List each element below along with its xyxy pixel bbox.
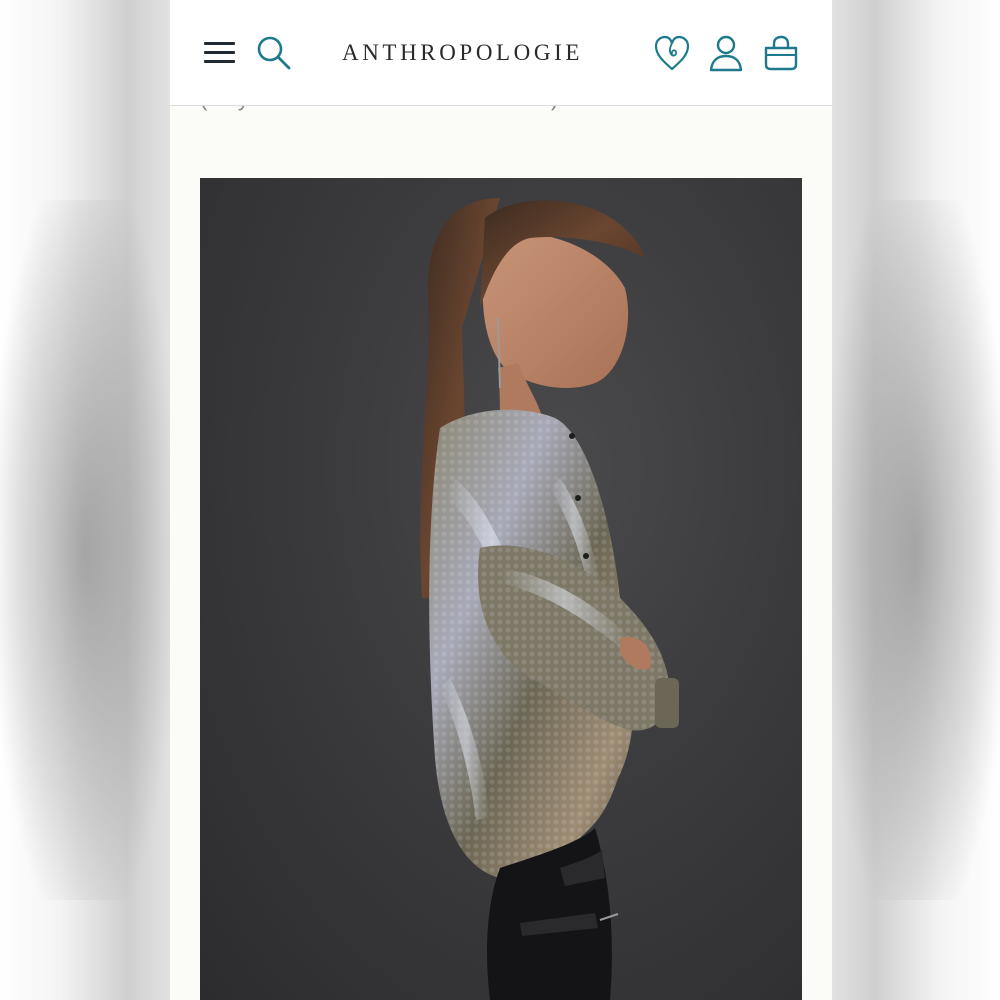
shopping-bag-icon[interactable] [762,34,800,72]
brand-logo[interactable]: ANTHROPOLOGIE [342,37,632,69]
mobile-screen: ANTHROPOLOGIE (duty and tax calculated a… [170,0,832,1000]
search-icon[interactable] [256,35,292,71]
product-photo-illustration [420,198,679,1000]
user-icon[interactable] [708,34,744,72]
hamburger-menu-icon[interactable] [204,38,236,66]
product-photo[interactable] [200,178,802,1000]
right-backdrop [832,0,1000,1000]
site-header: ANTHROPOLOGIE [170,0,832,106]
left-backdrop [0,0,170,1000]
heart-icon[interactable] [653,34,691,72]
